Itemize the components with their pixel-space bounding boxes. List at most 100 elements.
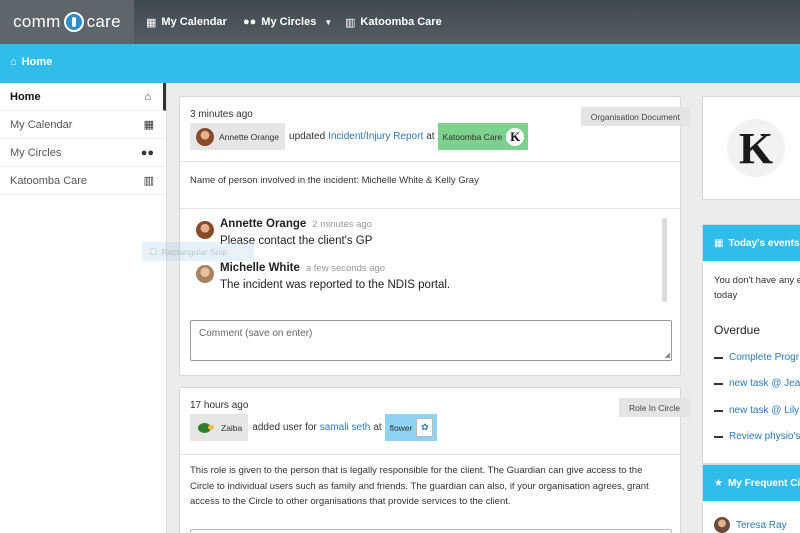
sidebar: Home ⌂ My Calendar ▦ My Circles ●● Katoo… [0, 83, 167, 533]
user-chip[interactable]: Annette Orange [190, 123, 286, 150]
resize-handle-icon[interactable]: ◢ [665, 351, 670, 359]
activity-time: 3 minutes ago [190, 109, 253, 120]
nav-my-calendar-label: My Calendar [161, 16, 227, 28]
user-chip[interactable]: Zaiba [190, 414, 249, 441]
breadcrumb-home-label: Home [21, 56, 53, 68]
building-icon: ▥ [143, 175, 154, 187]
sidebar-item-label: My Circles [10, 146, 62, 159]
org-logo-icon: K [506, 127, 525, 146]
avatar [196, 221, 214, 239]
comment-time: a few seconds ago [305, 263, 386, 274]
sidebar-item-my-calendar[interactable]: My Calendar ▦ [0, 111, 166, 139]
activity-type-badge: Role In Circle [618, 398, 690, 417]
comment-input[interactable] [190, 529, 672, 533]
activity-object-link[interactable]: Incident/Injury Report [328, 131, 423, 142]
comments-scrollbar[interactable] [662, 218, 667, 302]
activity-at: at [373, 422, 382, 433]
snip-tooltip: ▢ Rectangular Snip [142, 242, 254, 261]
home-icon: ⌂ [10, 56, 17, 68]
org-logo-icon: ✿ [416, 418, 434, 437]
comment-list[interactable]: Annette Orange 2 minutes ago Please conta… [190, 218, 671, 305]
frequent-circle-name: Teresa Ray [736, 519, 787, 531]
dash-icon [714, 356, 723, 359]
user-chip-name: Annette Orange [219, 131, 280, 142]
nav-my-calendar[interactable]: ▦ My Calendar [146, 0, 227, 44]
users-icon: ●● [243, 16, 257, 28]
activity-summary: Zaiba added user for samali seth at flow… [190, 414, 438, 441]
activity-description: This role is given to the person that is… [190, 465, 649, 507]
sidebar-item-label: My Calendar [10, 118, 73, 131]
turtle-avatar-icon [196, 419, 216, 437]
no-events-line: today [714, 290, 738, 301]
dash-icon [714, 435, 723, 438]
snip-tooltip-label: Rectangular Snip [161, 246, 227, 257]
frequent-circles-panel: ★ My Frequent Ci Teresa Ray [702, 464, 800, 533]
org-chip-name: Katoomba Care [442, 131, 503, 142]
divider [180, 208, 680, 209]
nav-katoomba-care[interactable]: ▥ Katoomba Care [345, 0, 442, 44]
sidebar-item-home[interactable]: Home ⌂ [0, 83, 166, 111]
overdue-item[interactable]: Complete Progr [714, 352, 799, 363]
nav-katoomba-care-label: Katoomba Care [360, 16, 442, 28]
divider [180, 161, 680, 162]
comment-time: 2 minutes ago [312, 219, 372, 230]
todays-events-panel: ▦ Today's events You don't have any e to… [702, 224, 800, 464]
breadcrumb-home[interactable]: ⌂ Home [10, 56, 52, 68]
activity-time: 17 hours ago [190, 400, 249, 411]
comment-author[interactable]: Annette Orange [220, 218, 306, 230]
star-icon: ★ [714, 477, 723, 489]
panel-title: My Frequent Ci [727, 477, 800, 489]
activity-verb: updated [289, 131, 326, 142]
overdue-item-label: Complete Progr [729, 352, 800, 363]
sidebar-item-label: Home [10, 90, 41, 103]
logo-globe-icon [63, 12, 84, 32]
activity-description: Name of person involved in the incident:… [190, 175, 479, 186]
sidebar-item-my-circles[interactable]: My Circles ●● [0, 139, 166, 167]
home-icon: ⌂ [144, 90, 151, 103]
frequent-circle-item[interactable]: Teresa Ray [714, 517, 787, 533]
panel-title: Today's events [728, 237, 800, 249]
sidebar-item-katoomba-care[interactable]: Katoomba Care ▥ [0, 167, 166, 195]
org-chip-name: flower [389, 422, 413, 433]
app-logo[interactable]: comm care [0, 0, 134, 44]
page-header-bar: ⌂ Home [0, 44, 800, 83]
org-chip[interactable]: Katoomba Care K [437, 123, 529, 150]
avatar [196, 265, 214, 283]
overdue-item[interactable]: Review physio's [714, 431, 800, 442]
organisation-card: K [702, 96, 800, 200]
chevron-down-icon: ▼ [324, 17, 333, 27]
organisation-logo[interactable]: K [727, 119, 785, 177]
nav-my-circles-label: My Circles [261, 16, 317, 28]
overdue-item-label: Review physio's [729, 431, 800, 442]
overdue-heading: Overdue [714, 323, 761, 337]
org-chip[interactable]: flower ✿ [384, 414, 438, 441]
overdue-item[interactable]: new task @ Jean [714, 378, 800, 389]
overdue-item[interactable]: new task @ Lily [714, 405, 799, 416]
avatar [714, 517, 730, 533]
no-events-message: You don't have any e today [714, 273, 800, 303]
sidebar-item-label: Katoomba Care [10, 174, 88, 187]
snip-tooltip-icon: ▢ [149, 246, 162, 256]
calendar-icon: ▦ [146, 16, 157, 29]
activity-verb: added user for [252, 422, 317, 433]
activity-summary: Annette Orange updated Incident/Injury R… [190, 123, 529, 150]
comment-item: Michelle White a few seconds ago The inci… [196, 262, 450, 291]
calendar-icon: ▦ [714, 237, 724, 249]
activity-card: 3 minutes ago Organisation Document Anne… [179, 96, 690, 376]
dash-icon [714, 409, 723, 412]
panel-header: ▦ Today's events [703, 225, 800, 261]
nav-my-circles[interactable]: ●● My Circles ▼ [243, 0, 332, 44]
no-events-line: You don't have any e [714, 275, 800, 286]
activity-object-link[interactable]: samali seth [320, 422, 371, 433]
activity-card: 17 hours ago Role In Circle Zaiba added … [179, 387, 690, 533]
avatar [196, 127, 214, 146]
calendar-icon: ▦ [143, 119, 154, 131]
building-icon: ▥ [345, 16, 356, 29]
dash-icon [714, 382, 723, 385]
comment-author[interactable]: Michelle White [220, 262, 300, 274]
comment-input-placeholder: Comment (save on enter) [199, 328, 313, 339]
divider [180, 454, 680, 455]
logo-text-left: comm [13, 12, 61, 31]
comment-input[interactable]: Comment (save on enter) ◢ [190, 320, 672, 361]
logo-text-right: care [86, 12, 121, 31]
